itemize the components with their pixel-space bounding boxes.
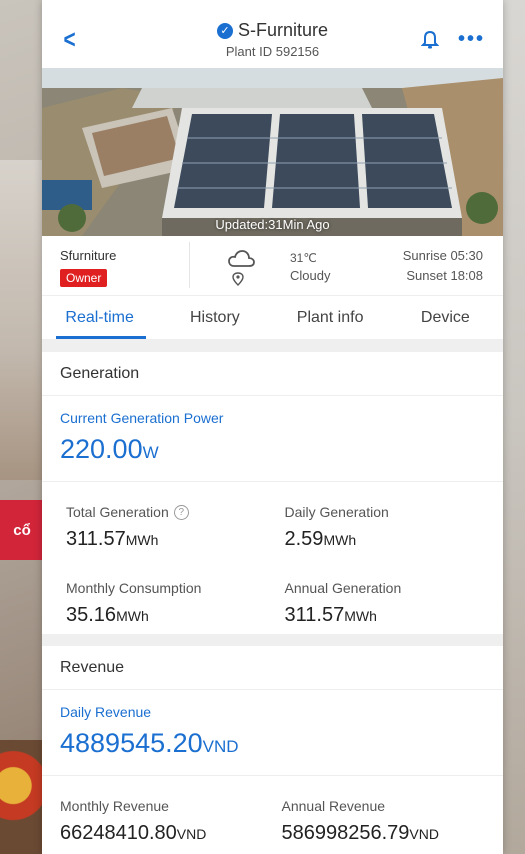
location-pin-icon (232, 272, 244, 286)
sunrise-time: Sunrise 05:30 (402, 248, 483, 263)
stat-unit: MWh (116, 608, 149, 624)
cloud-icon (228, 250, 255, 267)
stat-annual-generation: Annual Generation 311.57MWh (285, 558, 504, 634)
divider (189, 242, 190, 288)
stat-value: 66248410.80 (60, 822, 177, 844)
more-icon[interactable]: ••• (458, 28, 485, 51)
daily-revenue-value: 4889545.20VND (60, 728, 485, 759)
owner-badge: Owner (60, 269, 108, 287)
section-gap (42, 340, 503, 352)
revenue-stats: Monthly Revenue 66248410.80VND Annual Re… (42, 776, 503, 852)
stat-value: 35.16 (66, 604, 117, 626)
stat-label: Daily Generation (284, 504, 389, 520)
stat-unit: VND (409, 826, 439, 842)
tab-bar: Real-time History Plant info Device (42, 296, 503, 340)
current-generation-unit: W (142, 443, 159, 462)
daily-revenue-number: 4889545.20 (60, 728, 203, 758)
stat-unit: MWh (323, 532, 357, 548)
bell-icon[interactable] (421, 30, 439, 50)
background-building (0, 160, 44, 480)
stat-label: Annual Revenue (281, 798, 386, 814)
background-wall (503, 0, 525, 854)
plant-name: S-Furniture (237, 20, 329, 40)
stat-monthly-consumption: Monthly Consumption 35.16MWh (66, 558, 285, 634)
stat-unit: VND (176, 826, 207, 842)
plant-info-bar: Sfurniture Owner 31℃ Cloudy Sunrise 05:3… (42, 236, 503, 296)
background-sign: cổ (0, 500, 44, 560)
help-icon[interactable]: ? (173, 504, 189, 520)
sunset-time: Sunset 18:08 (406, 268, 483, 283)
stat-label: Total Generation (66, 504, 169, 520)
daily-revenue-label: Daily Revenue (60, 704, 152, 720)
tab-real-time[interactable]: Real-time (42, 296, 157, 339)
daily-revenue-block: Daily Revenue 4889545.20VND (42, 690, 503, 776)
plant-photo-illustration (42, 68, 503, 236)
app-screen: < ✓ S-Furniture Plant ID 592156 ••• Upda… (42, 0, 503, 854)
stat-label: Monthly Consumption (66, 580, 202, 596)
tab-plant-info[interactable]: Plant info (273, 296, 388, 339)
stat-daily-generation: Daily Generation 2.59MWh (285, 482, 504, 558)
stat-annual-revenue: Annual Revenue 586998256.79VND (282, 776, 504, 852)
temperature: 31℃ (290, 251, 317, 265)
tab-device[interactable]: Device (388, 296, 503, 339)
revenue-title: Revenue (42, 646, 503, 690)
app-header: < ✓ S-Furniture Plant ID 592156 ••• (42, 0, 503, 68)
current-generation-block: Current Generation Power 220.00W (42, 396, 503, 482)
owner-name: Sfurniture (60, 248, 117, 263)
verified-check-icon: ✓ (216, 22, 233, 39)
current-generation-label: Current Generation Power (60, 410, 224, 426)
current-generation-value: 220.00W (60, 434, 485, 465)
tab-history[interactable]: History (157, 296, 272, 339)
stat-label: Monthly Revenue (60, 798, 169, 814)
updated-time: Updated:31Min Ago (215, 217, 330, 232)
active-tab-indicator (56, 336, 146, 339)
stat-unit: MWh (125, 532, 159, 548)
stat-label: Annual Generation (284, 580, 402, 596)
stat-value: 311.57 (66, 528, 126, 550)
weather-condition: Cloudy (290, 268, 331, 283)
daily-revenue-unit: VND (202, 737, 239, 756)
generation-stats: Total Generation? 311.57MWh Daily Genera… (42, 482, 503, 634)
current-generation-number: 220.00 (60, 434, 143, 464)
stat-value: 586998256.79 (281, 822, 410, 844)
stat-monthly-revenue: Monthly Revenue 66248410.80VND (60, 776, 282, 852)
section-gap (42, 634, 503, 646)
stat-unit: MWh (344, 608, 377, 624)
stat-value: 311.57 (284, 604, 345, 626)
background-lion-dance (0, 740, 44, 854)
generation-title: Generation (42, 352, 503, 396)
plant-photo: Updated:31Min Ago (42, 68, 503, 236)
stat-total-generation: Total Generation? 311.57MWh (66, 482, 285, 558)
stat-value: 2.59 (284, 528, 324, 550)
